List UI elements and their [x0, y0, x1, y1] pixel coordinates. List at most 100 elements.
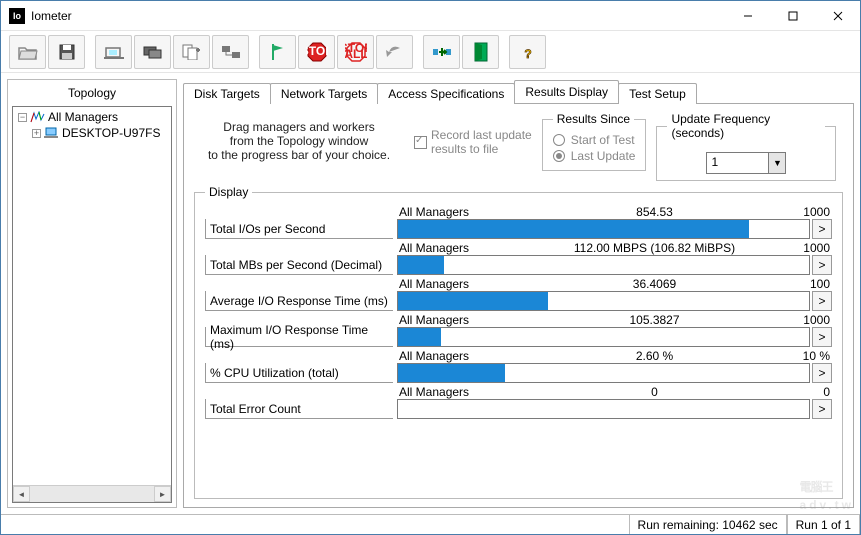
metric-max: 100	[770, 277, 830, 291]
close-button[interactable]	[815, 1, 860, 30]
tree-node-label: DESKTOP-U97FS	[62, 126, 160, 140]
tab-access-spec[interactable]: Access Specifications	[377, 83, 515, 104]
results-since-legend: Results Since	[553, 112, 634, 126]
tab-disk-targets[interactable]: Disk Targets	[183, 83, 271, 104]
metric-row: % CPU Utilization (total) All Managers2.6…	[205, 349, 832, 383]
chevron-down-icon[interactable]: ▼	[768, 153, 785, 173]
metric-bar[interactable]	[397, 255, 810, 275]
open-icon[interactable]	[9, 35, 46, 69]
metric-expand-button[interactable]: >	[812, 291, 832, 311]
display-group: Display Total I/Os per Second All Manager…	[194, 185, 843, 499]
metric-max: 0	[770, 385, 830, 399]
metric-expand-button[interactable]: >	[812, 255, 832, 275]
flag-start-icon[interactable]	[259, 35, 296, 69]
metric-max: 1000	[770, 205, 830, 219]
tree-hscrollbar[interactable]: ◄ ►	[13, 485, 171, 502]
metric-label-button[interactable]: Maximum I/O Response Time (ms)	[205, 327, 393, 347]
metric-bar[interactable]	[397, 363, 810, 383]
radio-last-update[interactable]	[553, 150, 565, 162]
save-icon[interactable]	[48, 35, 85, 69]
metric-max: 10 %	[770, 349, 830, 363]
metric-bar[interactable]	[397, 291, 810, 311]
metric-value: 2.60 %	[539, 349, 770, 363]
stop-icon[interactable]: STOP	[298, 35, 335, 69]
metric-source: All Managers	[399, 385, 539, 399]
results-since-group: Results Since Start of Test Last Update	[542, 112, 647, 171]
status-run: Run 1 of 1	[787, 515, 860, 534]
update-freq-value: 1	[707, 153, 768, 173]
svg-text:STOP: STOP	[306, 44, 328, 58]
app-icon: Io	[9, 8, 25, 24]
update-freq-select[interactable]: 1 ▼	[706, 152, 786, 174]
metric-bar[interactable]	[397, 399, 810, 419]
duplicate-worker-icon[interactable]	[173, 35, 210, 69]
stop-all-icon[interactable]: STOPALL	[337, 35, 374, 69]
tab-test-setup[interactable]: Test Setup	[618, 83, 697, 104]
network-worker-icon[interactable]	[212, 35, 249, 69]
metric-value: 112.00 MBPS (106.82 MiBPS)	[539, 241, 770, 255]
metric-label-button[interactable]: Total I/Os per Second	[205, 219, 393, 239]
metric-source: All Managers	[399, 205, 539, 219]
record-checkbox[interactable]	[414, 136, 427, 149]
toolbar: STOP STOPALL ?	[1, 31, 860, 73]
update-freq-legend: Update Frequency (seconds)	[667, 112, 825, 140]
radio-start-of-test[interactable]	[553, 134, 565, 146]
metric-row: Total Error CountAll Managers00>	[205, 385, 832, 419]
topology-tree[interactable]: − All Managers + DESKTOP-U97FS ◄ ►	[12, 106, 172, 503]
metric-row: Total MBs per Second (Decimal) All Manage…	[205, 241, 832, 275]
exit-icon[interactable]	[462, 35, 499, 69]
topology-title: Topology	[12, 84, 172, 106]
record-label: Record last update	[431, 128, 532, 142]
minimize-button[interactable]	[725, 1, 770, 30]
metric-expand-button[interactable]: >	[812, 363, 832, 383]
drag-hint: Drag managers and workers from the Topol…	[194, 112, 404, 162]
metric-row: Average I/O Response Time (ms)All Manage…	[205, 277, 832, 311]
distribute-icon[interactable]	[423, 35, 460, 69]
window-title: Iometer	[31, 9, 725, 23]
collapse-icon[interactable]: −	[18, 113, 27, 122]
metric-label-button[interactable]: Total Error Count	[205, 399, 393, 419]
tree-root-label: All Managers	[48, 110, 118, 124]
svg-text:ALL: ALL	[345, 47, 367, 61]
expand-icon[interactable]: +	[32, 129, 41, 138]
svg-text:?: ?	[524, 47, 531, 61]
maximize-button[interactable]	[770, 1, 815, 30]
metric-source: All Managers	[399, 349, 539, 363]
tree-node[interactable]: + DESKTOP-U97FS	[15, 125, 169, 141]
metric-expand-button[interactable]: >	[812, 399, 832, 419]
undo-icon[interactable]	[376, 35, 413, 69]
metric-bar[interactable]	[397, 219, 810, 239]
status-bar: Run remaining: 10462 sec Run 1 of 1	[1, 514, 860, 534]
topology-panel: Topology − All Managers + DESKTOP-U97FS …	[7, 79, 177, 508]
scroll-left-icon[interactable]: ◄	[13, 486, 30, 502]
metric-value: 0	[539, 385, 770, 399]
new-worker-icon[interactable]	[134, 35, 171, 69]
record-label2: results to file	[431, 142, 532, 156]
metric-expand-button[interactable]: >	[812, 219, 832, 239]
metric-max: 1000	[770, 313, 830, 327]
metric-label-button[interactable]: Total MBs per Second (Decimal)	[205, 255, 393, 275]
managers-icon	[30, 111, 46, 123]
tab-results-display[interactable]: Results Display	[514, 80, 619, 103]
metric-max: 1000	[770, 241, 830, 255]
metric-value: 36.4069	[539, 277, 770, 291]
results-tab-content: Drag managers and workers from the Topol…	[183, 103, 854, 508]
scroll-right-icon[interactable]: ►	[154, 486, 171, 502]
metric-value: 105.3827	[539, 313, 770, 327]
help-icon[interactable]: ?	[509, 35, 546, 69]
metric-source: All Managers	[399, 241, 539, 255]
metric-expand-button[interactable]: >	[812, 327, 832, 347]
tab-network-targets[interactable]: Network Targets	[270, 83, 378, 104]
tree-root[interactable]: − All Managers	[15, 109, 169, 125]
new-manager-icon[interactable]	[95, 35, 132, 69]
update-freq-group: Update Frequency (seconds) 1 ▼	[656, 112, 836, 181]
metric-row: Total I/Os per SecondAll Managers854.531…	[205, 205, 832, 239]
metric-bar[interactable]	[397, 327, 810, 347]
record-checkbox-row: Record last update results to file	[414, 112, 532, 156]
status-remaining: Run remaining: 10462 sec	[629, 515, 787, 534]
display-legend: Display	[205, 185, 252, 199]
titlebar[interactable]: Io Iometer	[1, 1, 860, 31]
metric-source: All Managers	[399, 313, 539, 327]
metric-label-button[interactable]: Average I/O Response Time (ms)	[205, 291, 393, 311]
metric-label-button[interactable]: % CPU Utilization (total)	[205, 363, 393, 383]
